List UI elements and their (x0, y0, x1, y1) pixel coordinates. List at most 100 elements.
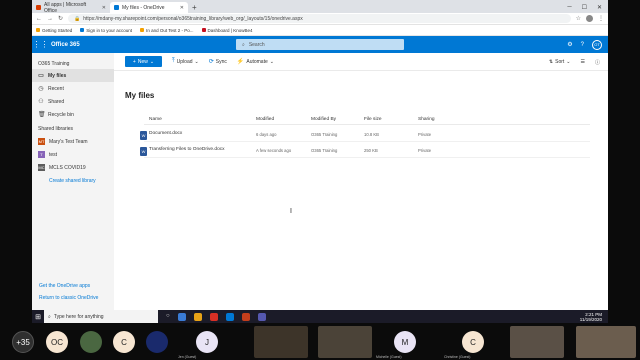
column-header-sharing[interactable]: Sharing (418, 117, 435, 122)
profile-avatar[interactable] (586, 15, 593, 22)
overflow-participants[interactable]: +35 (12, 331, 34, 353)
menu-icon[interactable]: ⋮ (598, 15, 604, 22)
sync-button[interactable]: ⟳ Sync (209, 58, 227, 66)
nav-item-my-files[interactable]: ▭ My files (32, 69, 114, 82)
participant-video[interactable] (576, 326, 636, 358)
nav-item-recycle-bin[interactable]: 🗑 Recycle bin (32, 108, 114, 121)
forward-icon[interactable]: → (47, 16, 53, 22)
library-icon: MC (38, 164, 45, 171)
taskbar-apps: ○ (158, 312, 266, 321)
browser-tab-active[interactable]: My files - OneDrive ✕ (110, 2, 188, 13)
file-name[interactable]: Transferring Files to OneDrive.docx (149, 147, 225, 152)
bookmarks-bar: Getting Started Sign in to your account … (32, 25, 608, 36)
outlook-icon[interactable] (225, 312, 234, 321)
sort-icon: ⇅ (548, 59, 554, 65)
automate-icon: ⚡ (236, 59, 245, 65)
participant-photo[interactable] (146, 331, 168, 353)
close-icon[interactable]: ✕ (180, 5, 184, 11)
file-explorer-icon[interactable] (193, 312, 202, 321)
word-doc-icon: W (140, 147, 147, 156)
close-window-icon[interactable]: ✕ (597, 4, 602, 11)
account-avatar[interactable]: OT (592, 39, 602, 50)
site-title: O365 Training (38, 61, 70, 67)
info-icon[interactable]: ⓘ (595, 59, 600, 66)
participant-name: Michelle (Guest) (376, 355, 402, 359)
file-name[interactable]: Document.docx (149, 131, 182, 136)
participant-avatar[interactable]: OC (46, 331, 68, 353)
participant-video[interactable] (254, 326, 308, 358)
file-modified: 6 days ago (256, 131, 277, 137)
onedrive-icon (114, 5, 119, 10)
participant-name: Jen (Guest) (178, 355, 197, 359)
participant-avatar[interactable]: C (462, 331, 484, 353)
minimize-icon[interactable]: ─ (567, 4, 571, 11)
get-onedrive-apps-link[interactable]: Get the OneDrive apps (39, 280, 98, 292)
library-item[interactable]: MT Mary's Test Team (32, 135, 114, 148)
close-icon[interactable]: ✕ (102, 5, 106, 11)
automate-button[interactable]: ⚡ Automate ⌄ (236, 58, 274, 66)
participant-video[interactable] (318, 326, 372, 358)
taskbar-search[interactable]: ⌕ Type here for anything (44, 310, 158, 323)
clock-icon: ◷ (38, 86, 44, 92)
main-content: My files Name Modified Modified By File … (114, 71, 608, 310)
chrome-icon[interactable] (209, 312, 218, 321)
bookmark[interactable]: Getting Started (36, 28, 72, 33)
nav-item-recent[interactable]: ◷ Recent (32, 82, 114, 95)
return-classic-link[interactable]: Return to classic OneDrive (39, 292, 98, 304)
gear-icon[interactable]: ⚙ (567, 41, 572, 48)
upload-button[interactable]: ⤒ Upload ⌄ (172, 58, 199, 65)
suite-brand[interactable]: Office 365 (51, 42, 80, 48)
participant-avatar[interactable]: M (394, 331, 416, 353)
library-item[interactable]: T test (32, 148, 114, 161)
help-icon[interactable]: ? (581, 42, 584, 48)
search-icon: ⌕ (242, 41, 245, 48)
bookmark[interactable]: Dashboard | KnowBe4 (201, 28, 252, 33)
bookmark[interactable]: Sign in to your account (80, 28, 132, 33)
new-button[interactable]: + New ⌄ (125, 56, 162, 67)
column-header-modified[interactable]: Modified (256, 117, 274, 122)
star-icon[interactable]: ☆ (576, 15, 581, 22)
suite-icons: ⚙ ? OT (567, 36, 602, 53)
participant-avatar[interactable]: C (113, 331, 135, 353)
participant-photo[interactable] (80, 331, 102, 353)
file-row[interactable]: W Document.docx 6 days ago O365 Training… (140, 126, 590, 142)
column-header-modified-by[interactable]: Modified By (311, 117, 336, 122)
library-item[interactable]: MC MCLS COVID19 (32, 161, 114, 174)
plus-icon: + (132, 58, 136, 65)
teams-icon[interactable] (257, 312, 266, 321)
chevron-down-icon: ⌄ (149, 58, 155, 65)
shared-screen: All apps | Microsoft Office ✕ My files -… (32, 0, 608, 323)
powerpoint-icon[interactable] (241, 312, 250, 321)
maximize-icon[interactable]: ☐ (582, 4, 587, 11)
new-tab-button[interactable]: + (192, 3, 197, 12)
search-icon: ⌕ (48, 313, 51, 320)
command-bar: + New ⌄ ⤒ Upload ⌄ ⟳ Sync ⚡ Automate ⌄ ⇅… (114, 53, 608, 71)
left-navigation: O365 Training ▭ My files ◷ Recent ⚇ Shar… (32, 53, 114, 310)
column-header-file-size[interactable]: File size (364, 117, 382, 122)
cortana-icon[interactable]: ○ (166, 313, 170, 321)
file-row[interactable]: W Transferring Files to OneDrive.docx A … (140, 142, 590, 158)
nav-item-shared[interactable]: ⚇ Shared (32, 95, 114, 108)
reload-icon[interactable]: ↻ (58, 15, 63, 22)
task-view-icon[interactable] (177, 312, 186, 321)
browser-tab[interactable]: All apps | Microsoft Office ✕ (32, 1, 110, 14)
file-sharing: Private (418, 131, 432, 137)
participant-avatar[interactable]: J (196, 331, 218, 353)
file-sharing: Private (418, 147, 432, 153)
participant-video[interactable] (510, 326, 564, 358)
tab-title: My files - OneDrive (122, 4, 165, 11)
bookmark-icon (36, 28, 40, 32)
app-launcher-icon[interactable]: ⋮⋮ (32, 36, 49, 53)
bookmark[interactable]: In and Out Test 2 - Po... (140, 28, 194, 33)
url-field[interactable]: 🔒 https://mdany-my.sharepoint.com/person… (68, 14, 571, 23)
sort-button[interactable]: ⇅ Sort ⌄ (549, 59, 571, 65)
back-icon[interactable]: ← (36, 16, 42, 22)
tab-title: All apps | Microsoft Office (44, 1, 87, 14)
search-input[interactable]: ⌕ Search (236, 39, 404, 50)
column-header-name[interactable]: Name (149, 117, 162, 122)
create-shared-library-link[interactable]: Create shared library (32, 174, 114, 184)
windows-start-icon[interactable]: ⊞ (32, 313, 44, 321)
view-switcher-icon[interactable]: ☰ (581, 59, 585, 65)
taskbar-clock[interactable]: 2:21 PM 11/19/2020 (580, 312, 608, 322)
file-list-header: Name Modified Modified By File size Shar… (144, 115, 590, 125)
